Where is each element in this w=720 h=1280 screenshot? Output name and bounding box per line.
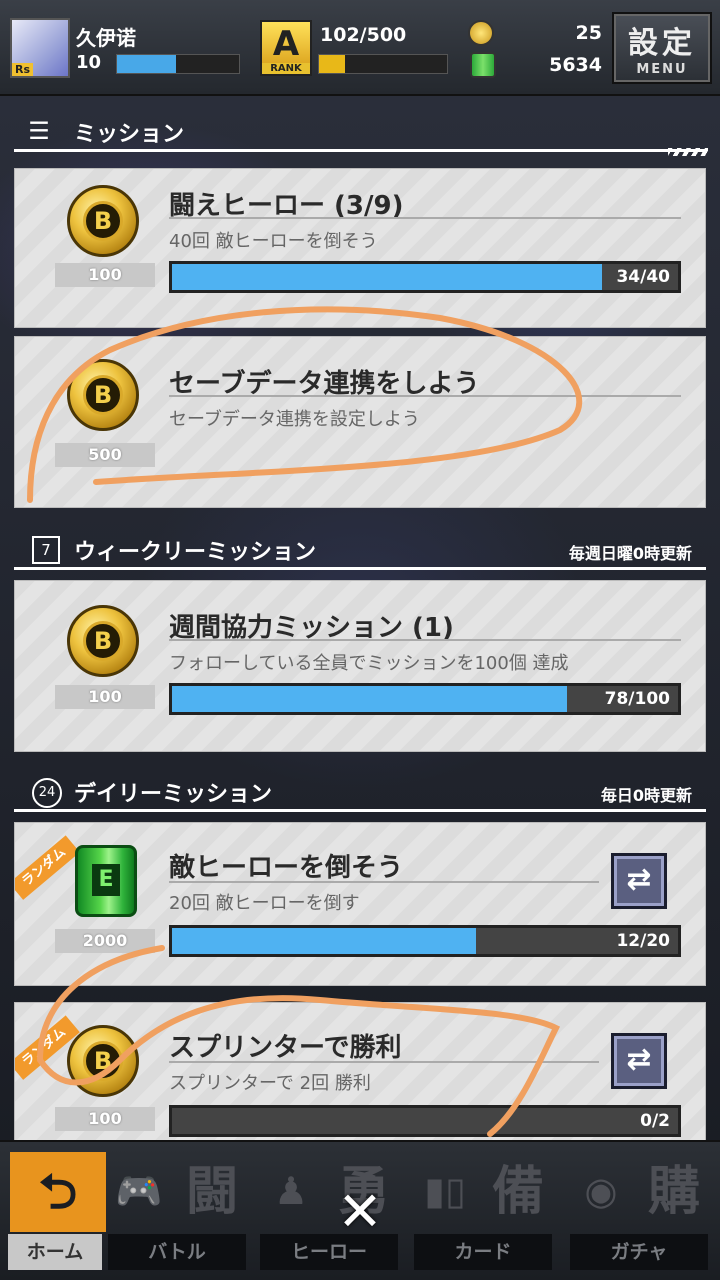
title-divider [169, 639, 681, 641]
nav-label: ホーム [8, 1234, 102, 1270]
progress-fill [172, 264, 603, 290]
mission-card[interactable]: ランダム B 100 スプリンターで勝利 スプリンターで 2回 勝利 0/2 ⇄ [14, 1002, 706, 1142]
mission-card[interactable]: B 100 週間協力ミッション (1) フォローしている全員でミッションを100… [14, 580, 706, 752]
coin-letter: B [83, 1041, 123, 1081]
progress-label: 34/40 [616, 267, 670, 287]
menu-kanji: 設定 [628, 26, 696, 61]
progress-fill [172, 686, 567, 712]
coin-letter: B [83, 201, 123, 241]
nav-label: カード [414, 1234, 552, 1270]
mission-description: 40回 敵ヒーローを倒そう [169, 231, 378, 252]
top-status-bar: Rs 久伊诺 10 A RANK 102/500 25 5634 設定 MENU [0, 0, 720, 96]
progress-label: 12/20 [616, 931, 670, 951]
coin-icon: B [67, 359, 139, 431]
can-icon: E [75, 845, 137, 917]
reward-amount: 2000 [55, 929, 155, 953]
nav-label: ガチャ [570, 1234, 708, 1270]
nav-label: バトル [108, 1234, 246, 1270]
section-note: 毎日0時更新 [600, 786, 692, 805]
home-icon: ⮌ [10, 1152, 106, 1232]
reward-amount: 100 [55, 1107, 155, 1131]
nav-gacha[interactable]: ◉ 購 ガチャ [566, 1148, 716, 1274]
reward-amount: 100 [55, 263, 155, 287]
can-count: 5634 [549, 54, 602, 76]
mission-description: セーブデータ連携を設定しよう [169, 409, 420, 430]
section-title: ミッション [74, 122, 185, 147]
mission-description: フォローしている全員でミッションを100個 達成 [169, 653, 569, 674]
rank-bar-fill [319, 55, 345, 73]
title-divider [169, 881, 599, 883]
can-icon [470, 52, 496, 78]
coin-icon: B [67, 185, 139, 257]
menu-label: MENU [636, 62, 688, 77]
can-letter: E [92, 864, 120, 896]
coin-count: 25 [575, 22, 602, 44]
coin-icon [468, 20, 494, 46]
refresh-button[interactable]: ⇄ [611, 1033, 667, 1089]
close-button[interactable]: ✕ [334, 1185, 386, 1239]
coin-letter: B [83, 375, 123, 415]
username: 久伊诺 [76, 26, 136, 50]
rank-label: RANK [262, 63, 310, 74]
rank-letter: A [272, 24, 300, 64]
progress-label: 0/2 [640, 1111, 670, 1131]
rank-points: 102/500 [320, 24, 407, 46]
calendar-icon: 7 [32, 536, 60, 564]
mission-card[interactable]: ランダム E 2000 敵ヒーローを倒そう 20回 敵ヒーローを倒す 12/20… [14, 822, 706, 986]
random-tag: ランダム [15, 835, 80, 900]
xp-bar [116, 54, 240, 74]
progress-bar: 12/20 [169, 925, 681, 957]
progress-bar: 0/2 [169, 1105, 681, 1137]
nav-kanji: 闘 [185, 1162, 238, 1222]
menu-button[interactable]: 設定 MENU [612, 12, 712, 84]
section-title: デイリーミッション [74, 782, 273, 807]
rank-badge: A RANK [260, 20, 312, 76]
clock-24-icon: 24 [32, 778, 62, 808]
document-icon: ☰ [28, 117, 50, 145]
mission-card[interactable]: B 500 セーブデータ連携をしよう セーブデータ連携を設定しよう [14, 336, 706, 508]
xp-bar-fill [117, 55, 176, 73]
header-endcap [668, 148, 708, 156]
mission-card[interactable]: B 100 闘えヒーロー (3/9) 40回 敵ヒーローを倒そう 34/40 [14, 168, 706, 328]
progress-label: 78/100 [604, 689, 670, 709]
rank-bar [318, 54, 448, 74]
nav-kanji: 備 [491, 1162, 544, 1222]
mission-title: 敵ヒーローを倒そう [169, 853, 404, 883]
progress-bar: 34/40 [169, 261, 681, 293]
mission-description: スプリンターで 2回 勝利 [169, 1073, 371, 1094]
refresh-button[interactable]: ⇄ [611, 853, 667, 909]
coin-icon: B [67, 605, 139, 677]
coin-icon: B [67, 1025, 139, 1097]
title-divider [169, 1061, 599, 1063]
avatar-tag: Rs [12, 63, 34, 76]
progress-bar: 78/100 [169, 683, 681, 715]
reward-amount: 500 [55, 443, 155, 467]
section-note: 毎週日曜0時更新 [568, 544, 692, 563]
section-title: ウィークリーミッション [74, 540, 317, 565]
section-weekly-header: 7 ウィークリーミッション 毎週日曜0時更新 [14, 530, 706, 570]
title-divider [169, 395, 681, 397]
player-level: 10 [76, 52, 102, 73]
nav-battle[interactable]: 🎮 闘 バトル [104, 1148, 250, 1274]
mission-description: 20回 敵ヒーローを倒す [169, 893, 360, 914]
nav-card[interactable]: ▮▯ 備 カード [410, 1148, 556, 1274]
mission-title: スプリンターで勝利 [169, 1033, 402, 1063]
section-mission-header: ☰ ミッション [14, 112, 708, 156]
reward-amount: 100 [55, 685, 155, 709]
avatar[interactable]: Rs [10, 18, 70, 78]
coin-letter: B [83, 621, 123, 661]
section-daily-header: 24 デイリーミッション 毎日0時更新 [14, 772, 706, 812]
nav-kanji: 購 [647, 1162, 700, 1222]
title-divider [169, 217, 681, 219]
progress-fill [172, 928, 476, 954]
